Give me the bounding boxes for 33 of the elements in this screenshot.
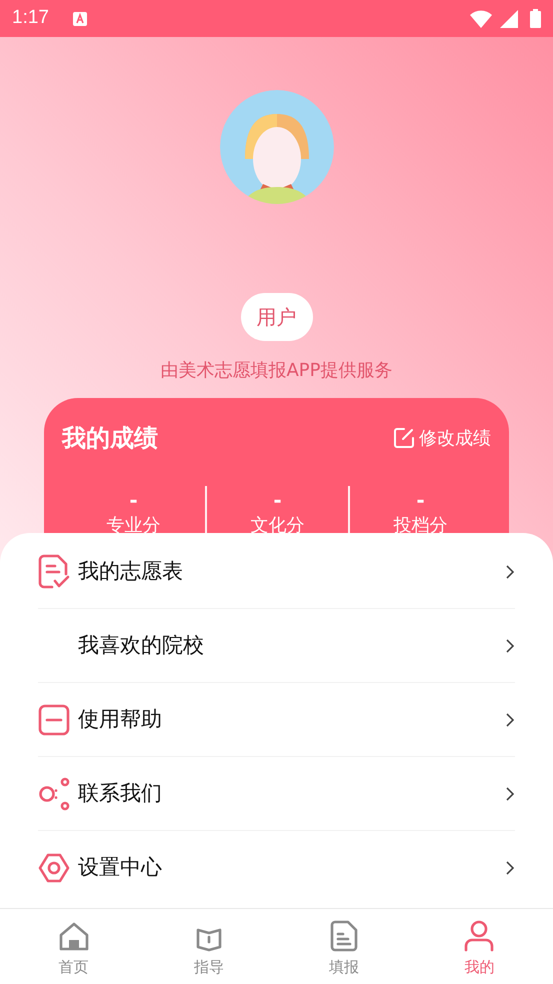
share-nodes-icon	[38, 776, 70, 810]
score-value: -	[416, 487, 425, 514]
score-label: 专业分	[106, 514, 160, 538]
username-badge: 用户	[240, 293, 312, 341]
menu-item[interactable]: 我的志愿表	[38, 535, 515, 609]
chevron-right-icon	[505, 860, 515, 876]
battery-icon	[530, 9, 541, 28]
card-title: 我的成绩	[62, 423, 158, 454]
chevron-right-icon	[505, 712, 515, 728]
score-label: 文化分	[250, 514, 304, 538]
signal-icon	[500, 10, 518, 28]
user-icon	[464, 920, 494, 952]
document-icon	[330, 920, 358, 952]
settings-icon	[38, 852, 70, 884]
home-icon	[58, 922, 90, 952]
service-subtitle: 由美术志愿填报APP提供服务	[160, 359, 393, 383]
edit-icon	[393, 427, 415, 449]
score-value: -	[273, 487, 282, 514]
menu-item[interactable]: 联系我们	[38, 757, 515, 831]
book-icon	[196, 926, 222, 952]
menu-item[interactable]: 设置中心	[38, 831, 515, 905]
notification-icon	[72, 12, 87, 26]
chevron-right-icon	[505, 638, 515, 654]
menu-item[interactable]: 我喜欢的院校	[38, 609, 515, 683]
chevron-right-icon	[505, 564, 515, 580]
checklist-icon	[38, 554, 70, 590]
chevron-right-icon	[505, 786, 515, 802]
status-time: 1:17	[12, 6, 49, 30]
score-label: 投档分	[394, 514, 448, 538]
menu-item[interactable]: 使用帮助	[38, 683, 515, 757]
score-value: -	[129, 487, 138, 514]
minus-square-icon	[38, 704, 70, 736]
wifi-icon	[470, 10, 492, 28]
